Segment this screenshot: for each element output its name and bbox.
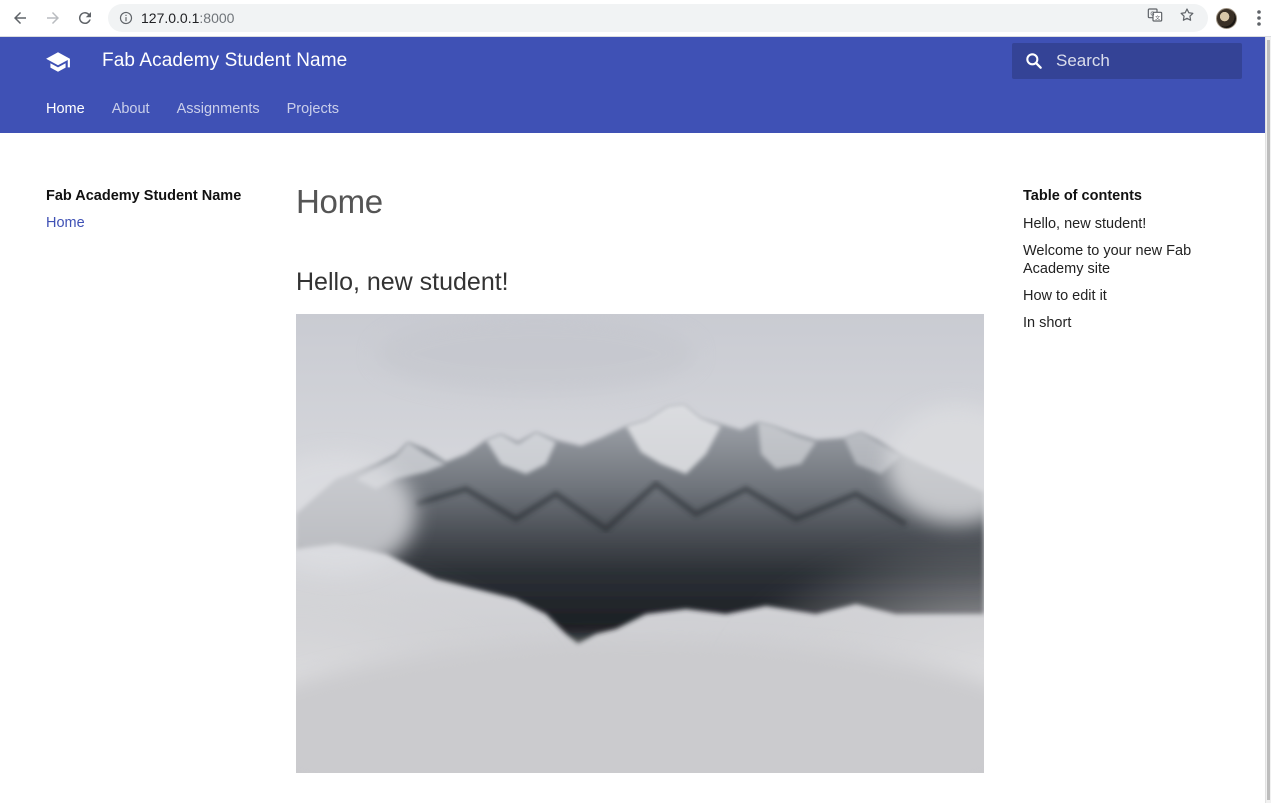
info-icon[interactable] — [119, 11, 133, 25]
avatar[interactable] — [1216, 8, 1237, 29]
nav-link-home[interactable]: Home — [46, 213, 266, 233]
star-icon[interactable] — [1179, 7, 1195, 23]
address-bar[interactable]: 127.0.0.1:8000 — [108, 4, 1208, 32]
url-port: :8000 — [199, 10, 235, 26]
reload-icon[interactable] — [72, 6, 98, 30]
toc-item-in-short[interactable]: In short — [1023, 314, 1223, 332]
section-heading: Hello, new student! — [296, 268, 509, 296]
tab-about[interactable]: About — [112, 100, 150, 120]
site-title[interactable]: Fab Academy Student Name — [102, 49, 347, 73]
toc-item-how-to-edit[interactable]: How to edit it — [1023, 287, 1223, 305]
translate-icon[interactable]: G 文 — [1147, 7, 1163, 23]
url-host: 127.0.0.1 — [141, 10, 200, 26]
search-input[interactable]: Search — [1012, 43, 1242, 79]
tab-home[interactable]: Home — [46, 100, 85, 120]
search-icon — [1026, 53, 1042, 69]
search-placeholder: Search — [1056, 51, 1110, 70]
back-arrow-icon[interactable] — [7, 6, 33, 30]
svg-text:G: G — [1150, 12, 1154, 18]
header-tabs: Home About Assignments Projects — [46, 100, 366, 120]
url-text: 127.0.0.1:8000 — [141, 4, 234, 32]
browser-toolbar: 127.0.0.1:8000 G 文 — [0, 0, 1271, 37]
mountain-image — [296, 314, 984, 773]
left-navigation: Fab Academy Student Name Home — [46, 186, 266, 233]
school-logo-icon[interactable] — [45, 49, 71, 75]
toc-item-welcome[interactable]: Welcome to your new Fab Academy site — [1023, 242, 1223, 278]
scrollbar-thumb[interactable] — [1267, 40, 1270, 800]
tab-projects[interactable]: Projects — [287, 100, 339, 120]
main-content: Home Hello, new student! — [296, 180, 984, 296]
tab-assignments[interactable]: Assignments — [177, 100, 260, 120]
toc-item-hello[interactable]: Hello, new student! — [1023, 215, 1223, 233]
forward-arrow-icon[interactable] — [40, 6, 66, 30]
table-of-contents: Table of contents Hello, new student! We… — [1023, 186, 1223, 332]
more-vert-icon[interactable] — [1251, 8, 1267, 28]
site-header: Fab Academy Student Name Search Home Abo… — [0, 37, 1265, 133]
nav-title: Fab Academy Student Name — [46, 188, 242, 204]
page-title: Home — [296, 183, 383, 220]
toc-title: Table of contents — [1023, 188, 1142, 204]
